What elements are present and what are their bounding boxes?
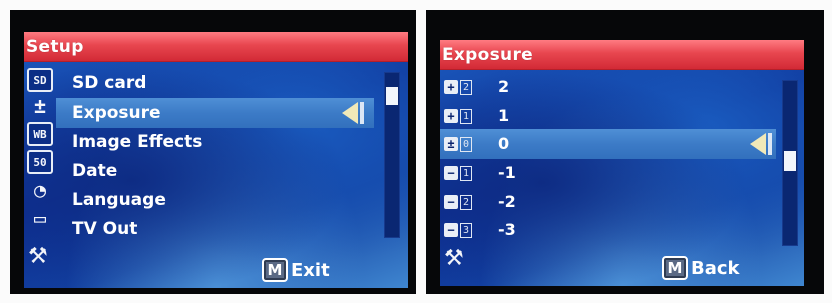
ev-sign: − xyxy=(444,195,458,209)
selection-arrow-icon xyxy=(342,102,358,124)
ev-option-2[interactable]: 2 xyxy=(498,77,509,96)
sd-card-icon: SD xyxy=(27,68,53,92)
setup-display: Setup SD ± WB 50 ◔ ▭ ⚒ SD card Exposure … xyxy=(24,32,408,288)
ev-plus-2-icon: + 2 xyxy=(444,79,474,95)
ev-minus-3-icon: − 3 xyxy=(444,222,474,238)
exposure-screen: Exposure + 2 2 + 1 1 ± 0 0 − 1 -1 − 2 -2… xyxy=(426,10,824,294)
ev-minus-2-icon: − 2 xyxy=(444,194,474,210)
ev-step: 2 xyxy=(460,79,472,95)
exposure-title: Exposure xyxy=(442,45,533,65)
selection-marker xyxy=(360,102,364,124)
ev-minus-1-icon: − 1 xyxy=(444,165,474,181)
setup-scrollbar[interactable] xyxy=(384,72,400,238)
tv-out-icon: ▭ xyxy=(33,206,47,230)
ev-zero-icon: ± 0 xyxy=(444,136,474,152)
menu-item-label: Exposure xyxy=(72,103,161,123)
ev-option-minus-1[interactable]: -1 xyxy=(498,163,516,182)
ev-plus-1-icon: + 1 xyxy=(444,108,474,124)
menu-item-label: Language xyxy=(72,190,166,210)
ev-step: 2 xyxy=(460,194,472,210)
setup-title: Setup xyxy=(26,37,84,57)
ev-sign: + xyxy=(444,109,458,123)
menu-key-icon: M xyxy=(262,258,288,282)
menu-item-label: TV Out xyxy=(72,219,138,239)
white-balance-icon: WB xyxy=(27,122,53,146)
tools-icon: ⚒ xyxy=(28,244,48,269)
ev-step: 0 xyxy=(460,136,472,152)
selection-arrow-icon xyxy=(750,133,766,155)
ev-option-minus-2[interactable]: -2 xyxy=(498,192,516,211)
ev-step: 3 xyxy=(460,222,472,238)
exit-label: Exit xyxy=(291,259,330,281)
date-icon: 50 xyxy=(27,150,53,174)
ev-option-minus-3[interactable]: -3 xyxy=(498,220,516,239)
tools-icon: ⚒ xyxy=(444,246,464,271)
ev-sign: ± xyxy=(444,137,458,151)
ev-sign: − xyxy=(444,166,458,180)
menu-item-label: SD card xyxy=(72,73,147,93)
ev-sign: + xyxy=(444,80,458,94)
setup-screen: Setup SD ± WB 50 ◔ ▭ ⚒ SD card Exposure … xyxy=(10,10,416,294)
back-label: Back xyxy=(691,257,740,279)
ev-sign: − xyxy=(444,223,458,237)
ev-option-0[interactable]: 0 xyxy=(498,134,509,153)
setup-title-bar: Setup xyxy=(24,32,408,62)
ev-step: 1 xyxy=(460,108,472,124)
menu-item-label: Image Effects xyxy=(72,132,203,152)
exit-hint[interactable]: M Exit xyxy=(262,256,330,284)
setup-scroll-thumb[interactable] xyxy=(386,87,398,105)
exposure-title-bar: Exposure xyxy=(440,40,804,70)
menu-item-label: Date xyxy=(72,161,118,181)
language-icon: ◔ xyxy=(33,178,47,202)
ev-step: 1 xyxy=(460,165,472,181)
back-hint[interactable]: M Back xyxy=(662,254,740,282)
exposure-display: Exposure + 2 2 + 1 1 ± 0 0 − 1 -1 − 2 -2… xyxy=(440,40,804,286)
exposure-scrollbar[interactable] xyxy=(782,80,798,246)
exposure-selection-highlight xyxy=(440,129,776,159)
menu-key-icon: M xyxy=(662,256,688,280)
ev-option-1[interactable]: 1 xyxy=(498,106,509,125)
exposure-scroll-thumb[interactable] xyxy=(784,151,796,171)
exposure-icon: ± xyxy=(33,94,47,118)
selection-marker xyxy=(768,133,772,155)
